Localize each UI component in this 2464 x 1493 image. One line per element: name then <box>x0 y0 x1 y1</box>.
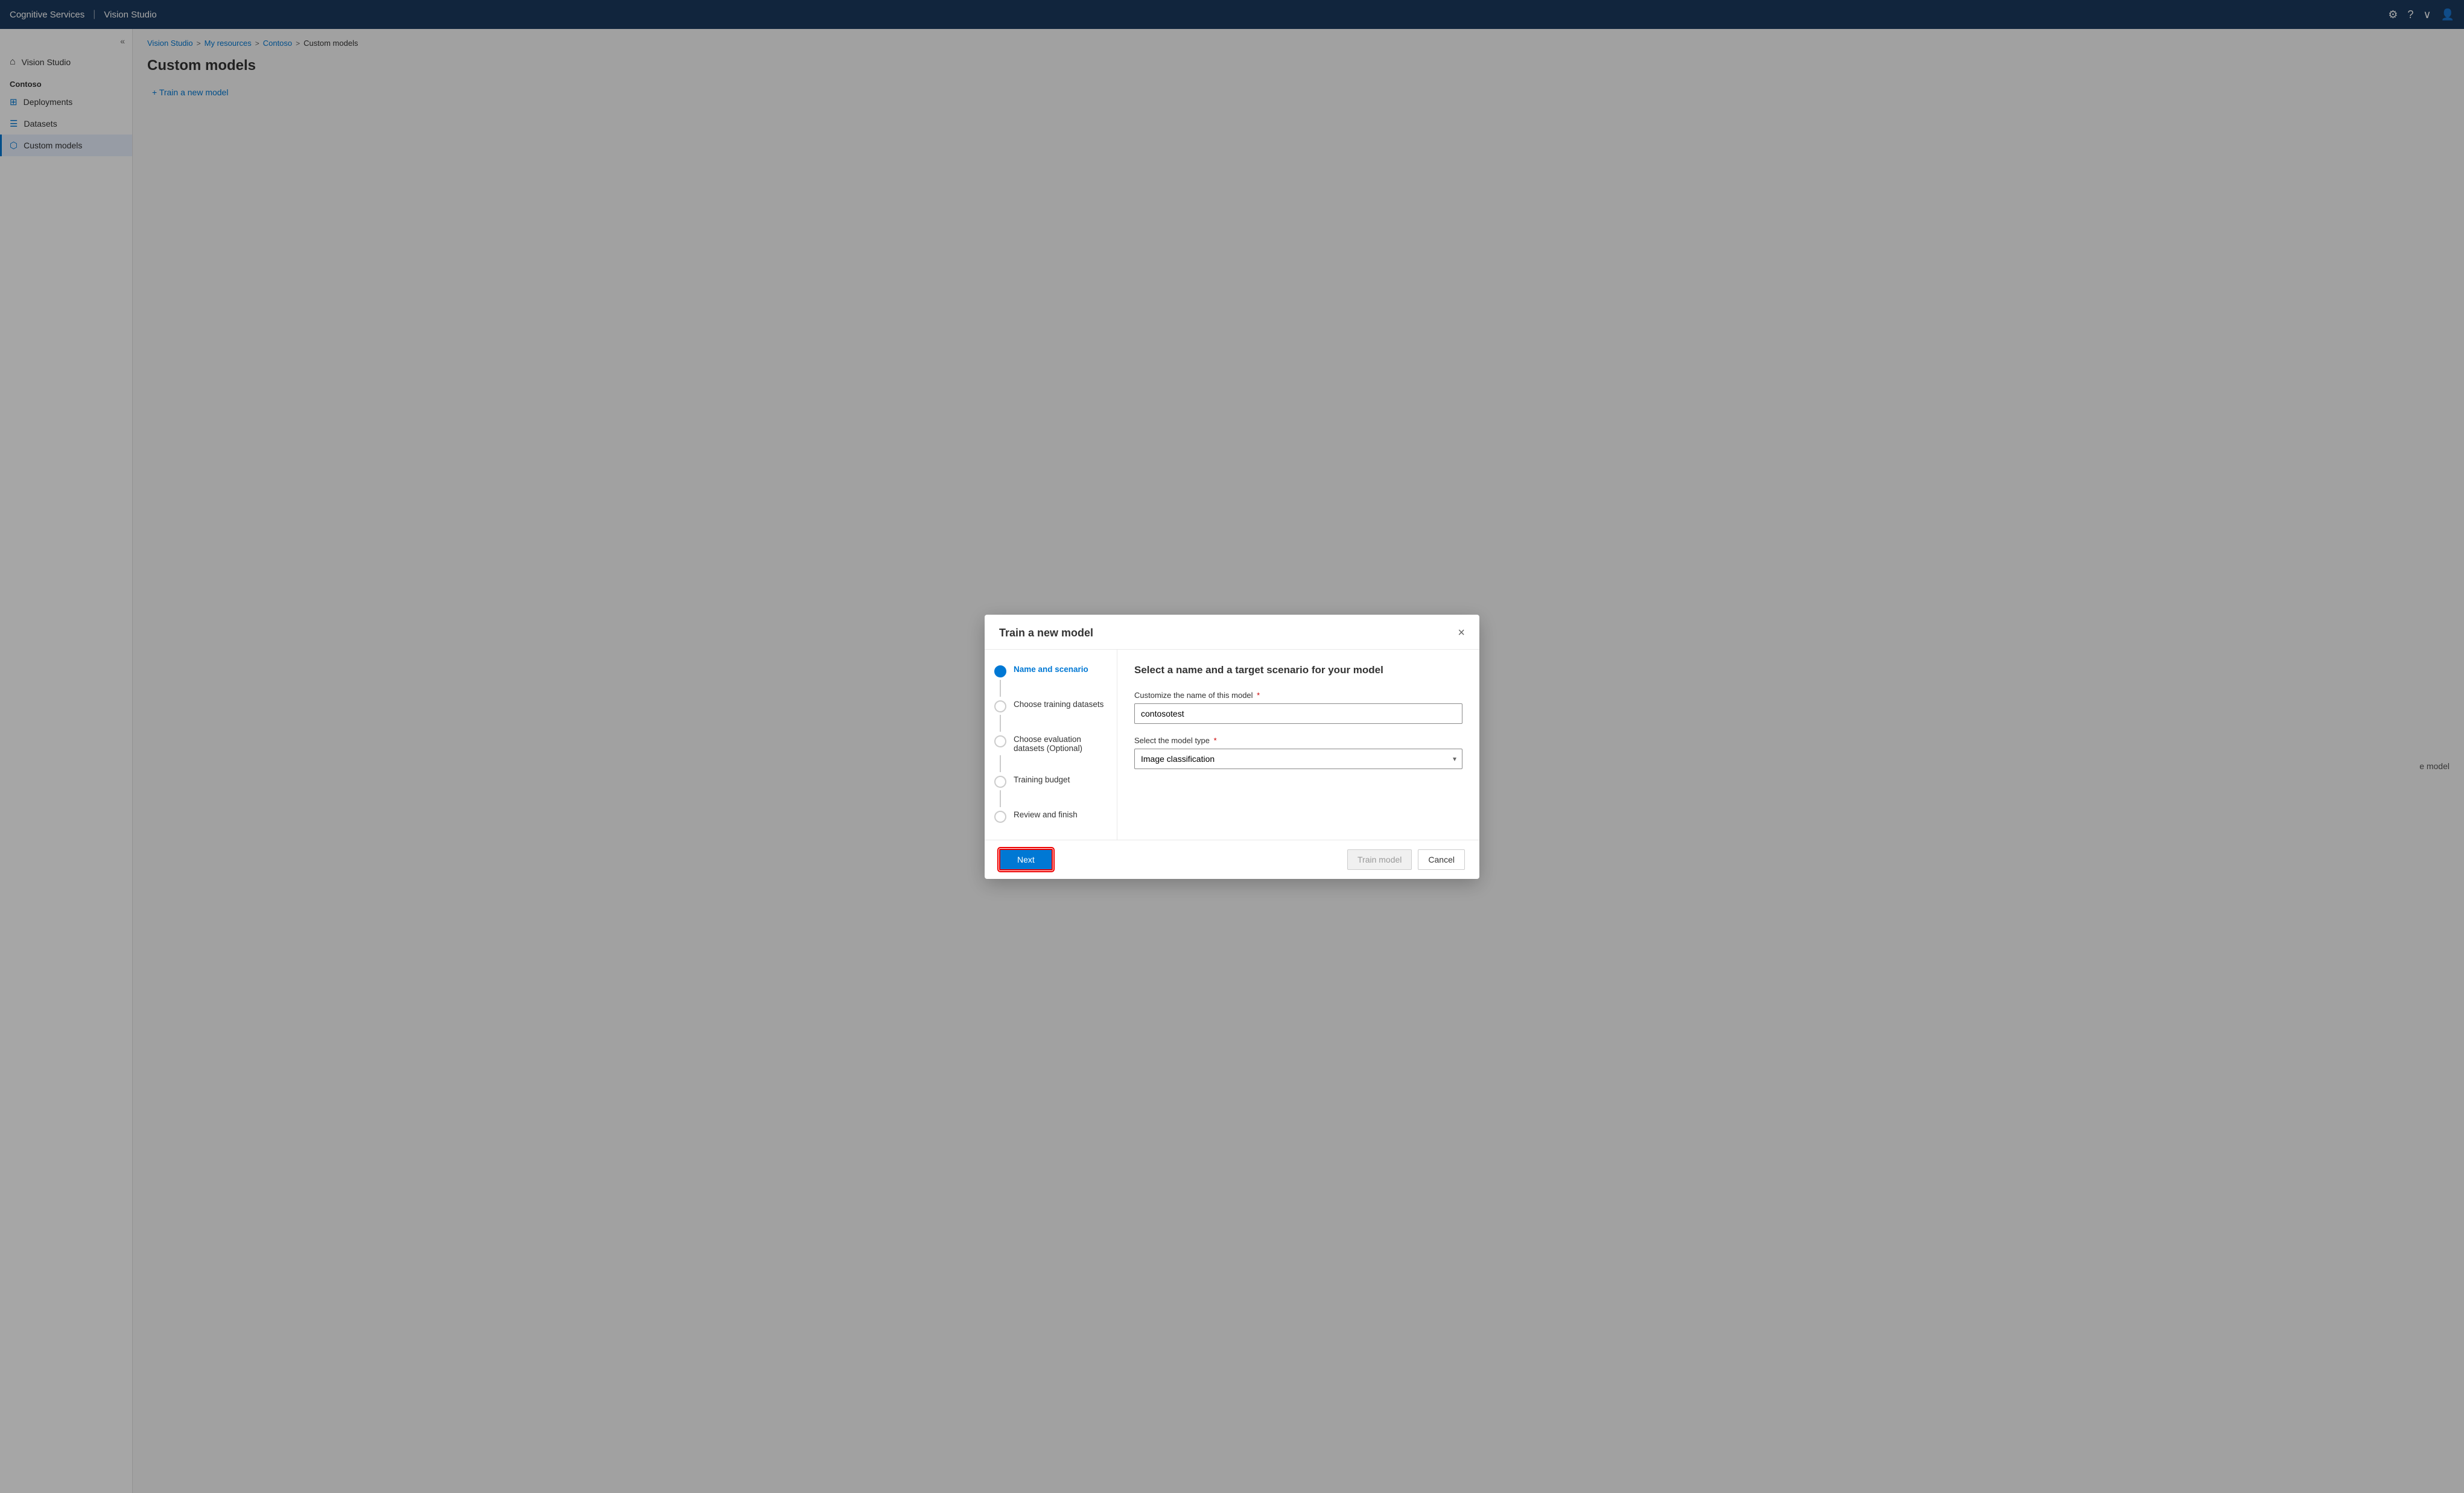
modal-title: Train a new model <box>999 627 1093 639</box>
modal-close-button[interactable]: × <box>1458 627 1465 639</box>
step-connector-1 <box>1000 680 1001 697</box>
form-group-model-type: Select the model type * Image classifica… <box>1134 736 1462 769</box>
model-name-input[interactable] <box>1134 703 1462 724</box>
step-4-label: Training budget <box>1014 775 1070 784</box>
modal-header: Train a new model × <box>985 615 1479 650</box>
name-required-marker: * <box>1257 691 1260 700</box>
model-type-select[interactable]: Image classification Object detection <box>1134 749 1462 769</box>
wizard-content-panel: Select a name and a target scenario for … <box>1117 650 1479 840</box>
model-name-label: Customize the name of this model * <box>1134 691 1462 700</box>
step-2-indicator <box>994 700 1006 712</box>
step-connector-2 <box>1000 715 1001 732</box>
step-1-indicator <box>994 665 1006 677</box>
step-3-label: Choose evaluation datasets (Optional) <box>1014 734 1107 753</box>
step-5-indicator <box>994 811 1006 823</box>
modal-overlay: Train a new model × Name and scenario Ch… <box>0 0 2464 1493</box>
form-group-model-name: Customize the name of this model * <box>1134 691 1462 724</box>
wizard-step-4[interactable]: Training budget <box>994 775 1107 788</box>
wizard-content-title: Select a name and a target scenario for … <box>1134 664 1462 676</box>
wizard-steps-panel: Name and scenario Choose training datase… <box>985 650 1117 840</box>
step-3-indicator <box>994 735 1006 747</box>
cancel-button[interactable]: Cancel <box>1418 849 1465 870</box>
next-button[interactable]: Next <box>999 849 1053 870</box>
wizard-step-1[interactable]: Name and scenario <box>994 664 1107 677</box>
wizard-step-3[interactable]: Choose evaluation datasets (Optional) <box>994 734 1107 753</box>
model-type-select-wrapper: Image classification Object detection ▾ <box>1134 749 1462 769</box>
model-type-label: Select the model type * <box>1134 736 1462 745</box>
modal-footer: Next Train model Cancel <box>985 840 1479 879</box>
step-4-indicator <box>994 776 1006 788</box>
step-1-label: Name and scenario <box>1014 664 1088 674</box>
step-2-label: Choose training datasets <box>1014 699 1103 709</box>
wizard-step-5[interactable]: Review and finish <box>994 810 1107 823</box>
modal-body: Name and scenario Choose training datase… <box>985 650 1479 840</box>
step-5-label: Review and finish <box>1014 810 1078 819</box>
step-connector-3 <box>1000 755 1001 772</box>
wizard-step-2[interactable]: Choose training datasets <box>994 699 1107 712</box>
train-model-dialog: Train a new model × Name and scenario Ch… <box>985 615 1479 879</box>
train-model-button: Train model <box>1347 849 1412 870</box>
type-required-marker: * <box>1214 736 1217 745</box>
step-connector-4 <box>1000 790 1001 807</box>
